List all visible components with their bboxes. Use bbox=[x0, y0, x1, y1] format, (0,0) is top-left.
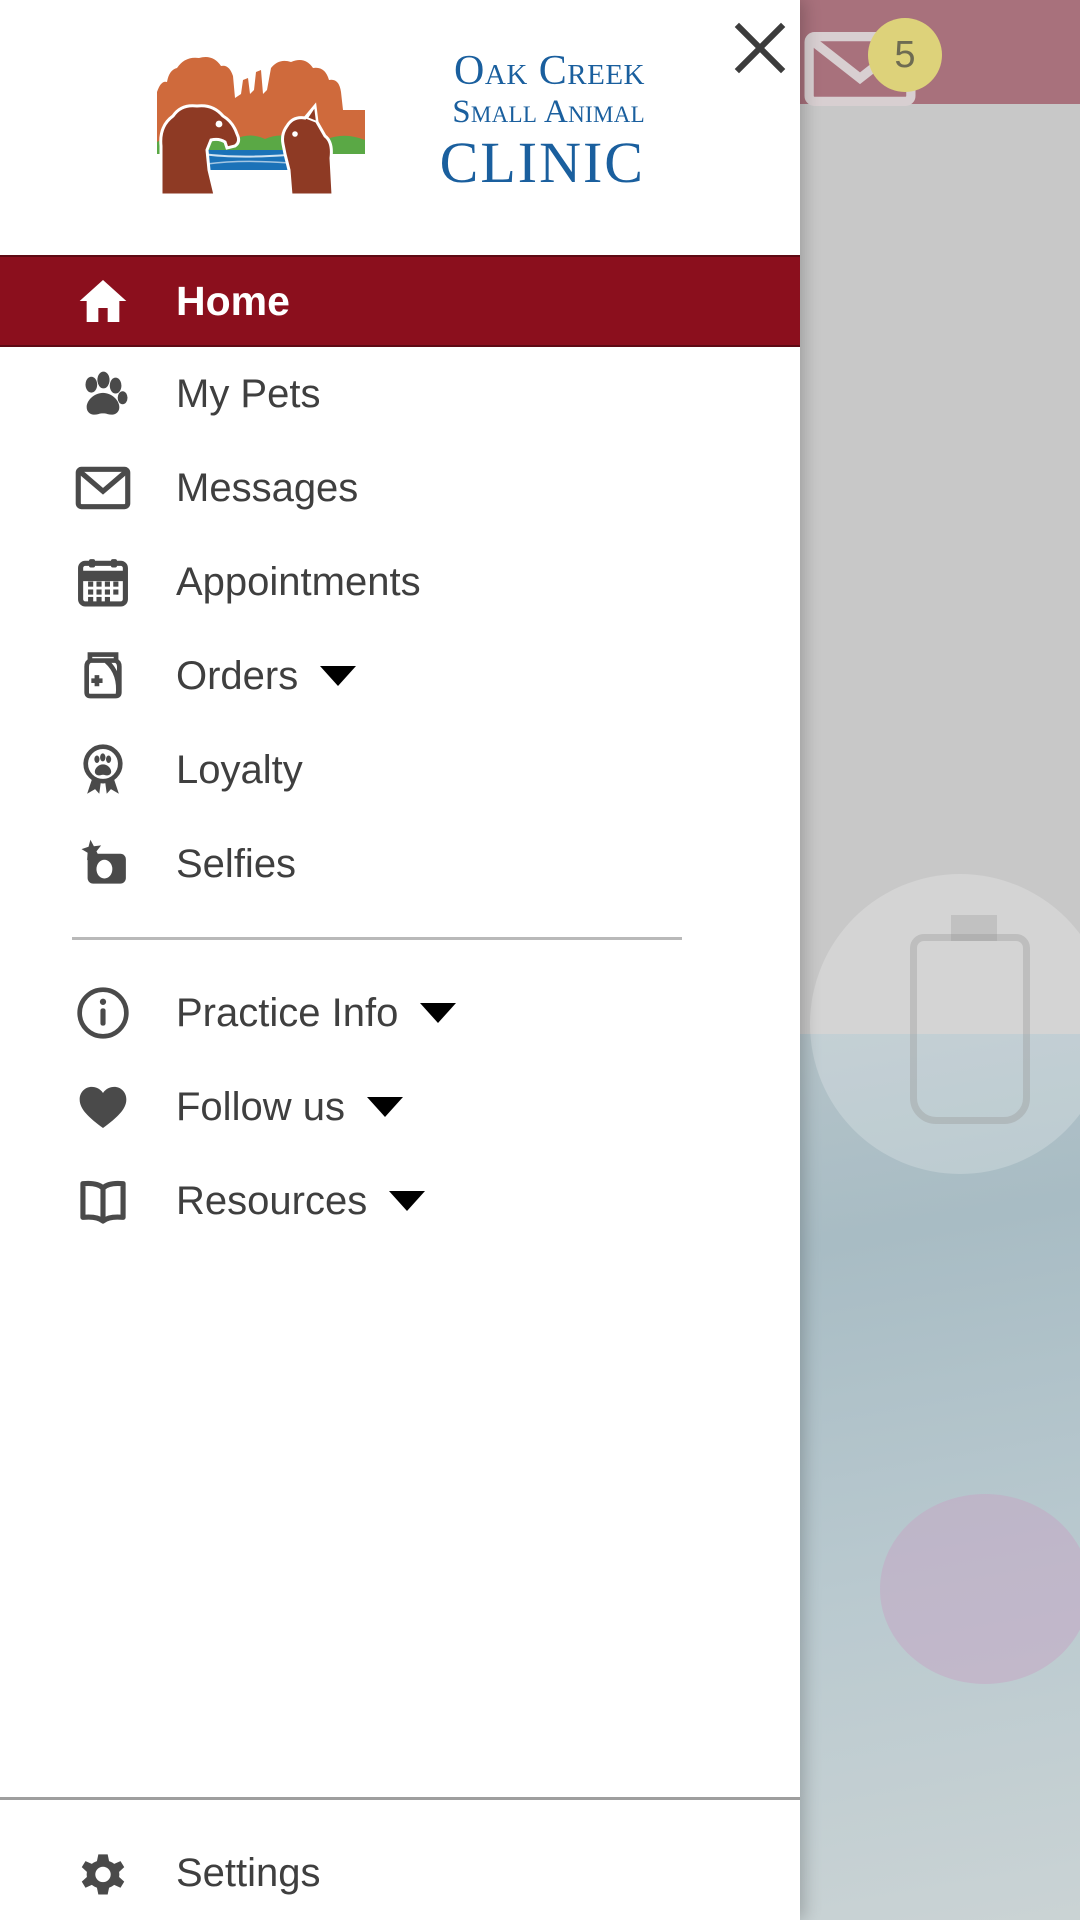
nav-label-practice-info: Practice Info bbox=[176, 990, 399, 1035]
logo-line-2: Small Animal bbox=[452, 93, 645, 130]
nav-item-selfies[interactable]: Selfies bbox=[0, 817, 800, 911]
clinic-logo: Oak Creek Small Animal CLINIC bbox=[155, 22, 645, 222]
camera-star-icon bbox=[72, 836, 134, 892]
chevron-down-icon[interactable] bbox=[320, 666, 357, 686]
section-divider bbox=[72, 937, 682, 940]
nav-label-selfies: Selfies bbox=[176, 841, 297, 886]
app-screen: 5 Oak Creek Small Animal CLINIC Home My … bbox=[0, 0, 1080, 1920]
navigation-drawer: Oak Creek Small Animal CLINIC Home My Pe… bbox=[0, 0, 800, 1920]
clinic-logo-text: Oak Creek Small Animal CLINIC bbox=[385, 50, 645, 194]
secondary-navigation: Practice Info Follow us Resources bbox=[0, 966, 800, 1248]
nav-item-loyalty[interactable]: Loyalty bbox=[0, 723, 800, 817]
calendar-icon bbox=[72, 554, 134, 610]
nav-label-my-pets: My Pets bbox=[176, 371, 321, 416]
chevron-down-icon[interactable] bbox=[366, 1097, 403, 1117]
paw-icon bbox=[72, 366, 134, 422]
nav-item-resources[interactable]: Resources bbox=[0, 1154, 800, 1248]
nav-label-resources: Resources bbox=[176, 1178, 368, 1223]
footer-navigation: Settings bbox=[0, 1800, 800, 1920]
nav-label-messages: Messages bbox=[176, 465, 359, 510]
gear-icon bbox=[72, 1845, 134, 1901]
book-open-icon bbox=[72, 1173, 134, 1229]
close-drawer-button[interactable] bbox=[718, 6, 802, 90]
nav-item-my-pets[interactable]: My Pets bbox=[0, 347, 800, 441]
nav-item-appointments[interactable]: Appointments bbox=[0, 535, 800, 629]
background-messages-button[interactable]: 5 bbox=[800, 18, 950, 106]
heart-icon bbox=[72, 1079, 134, 1135]
oak-creek-logo-mark bbox=[157, 56, 365, 195]
drawer-header: Oak Creek Small Animal CLINIC bbox=[0, 0, 800, 255]
nav-label-loyalty: Loyalty bbox=[176, 747, 303, 792]
primary-navigation: Home My Pets Messages Appointments Order… bbox=[0, 255, 800, 1797]
nav-label-orders: Orders bbox=[176, 653, 299, 698]
home-icon bbox=[72, 273, 134, 329]
nav-item-messages[interactable]: Messages bbox=[0, 441, 800, 535]
nav-item-practice-info[interactable]: Practice Info bbox=[0, 966, 800, 1060]
nav-label-appointments: Appointments bbox=[176, 559, 421, 604]
nav-label-home: Home bbox=[176, 277, 290, 324]
chevron-down-icon[interactable] bbox=[389, 1191, 426, 1211]
info-circle-icon bbox=[72, 985, 134, 1041]
nav-item-home[interactable]: Home bbox=[0, 255, 800, 347]
close-icon bbox=[734, 22, 786, 74]
food-bag-icon bbox=[72, 648, 134, 704]
background-pill-graphic bbox=[880, 1494, 1080, 1684]
nav-item-follow-us[interactable]: Follow us bbox=[0, 1060, 800, 1154]
nav-label-settings: Settings bbox=[176, 1850, 321, 1895]
envelope-icon bbox=[72, 460, 134, 516]
award-paw-icon bbox=[72, 742, 134, 798]
chevron-down-icon[interactable] bbox=[420, 1003, 457, 1023]
unread-badge: 5 bbox=[868, 18, 942, 92]
background-bottle-graphic bbox=[910, 915, 1030, 1124]
nav-item-orders[interactable]: Orders bbox=[0, 629, 800, 723]
nav-item-settings[interactable]: Settings bbox=[0, 1826, 800, 1920]
nav-label-follow-us: Follow us bbox=[176, 1084, 345, 1129]
logo-line-1: Oak Creek bbox=[454, 47, 645, 94]
logo-line-3: CLINIC bbox=[439, 130, 645, 196]
